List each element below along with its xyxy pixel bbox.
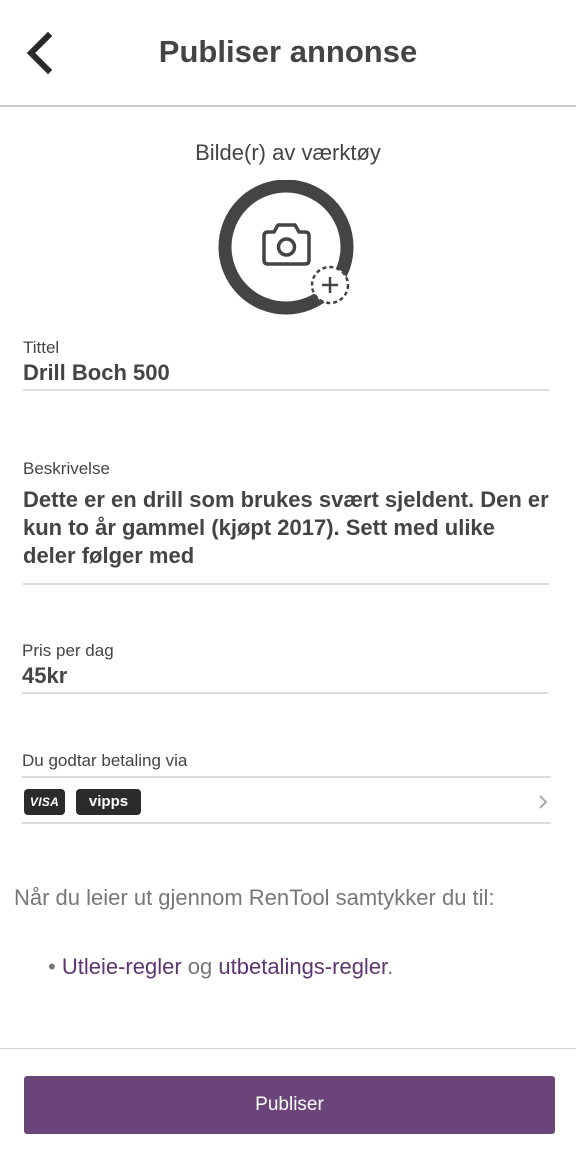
description-input[interactable]: Dette er en drill som brukes svært sjeld… [23,486,549,570]
visa-badge: VISA [24,789,65,815]
bullet: • [48,954,56,979]
title-label: Tittel [23,338,60,357]
chevron-right-icon [539,795,548,809]
page-title: Publiser annonse [158,34,418,69]
title-field[interactable]: Tittel Drill Boch 500 [23,338,549,391]
rental-rules-link[interactable]: Utleie-regler [62,954,182,979]
rules-line: • Utleie-regler og utbetalings-regler. [48,954,393,980]
rules-period: . [387,954,394,979]
payment-label: Du godtar betaling via [22,751,188,770]
vipps-badge: vipps [76,789,141,815]
image-picker-graphic [218,179,354,315]
price-field[interactable]: Pris per dag 45kr [22,641,548,694]
description-label: Beskrivelse [23,459,110,478]
image-picker-label: Bilde(r) av værktøy [195,140,381,165]
title-input[interactable]: Drill Boch 500 [23,360,549,386]
plus-icon [310,265,350,305]
payout-rules-link[interactable]: utbetalings-regler [218,954,387,979]
payment-methods-row[interactable]: VISA vipps [22,776,551,824]
consent-text: Når du leier ut gjennom RenTool samtykke… [14,885,495,910]
description-field[interactable]: Beskrivelse Dette er en drill som brukes… [23,459,549,585]
rules-conjunction: og [187,954,213,979]
camera-icon [262,223,311,266]
image-picker-button[interactable] [218,179,356,318]
publish-button[interactable]: Publiser [24,1076,555,1134]
app-header: Publiser annonse [0,0,576,107]
price-input[interactable]: 45kr [22,663,548,689]
price-label: Pris per dag [22,641,114,660]
